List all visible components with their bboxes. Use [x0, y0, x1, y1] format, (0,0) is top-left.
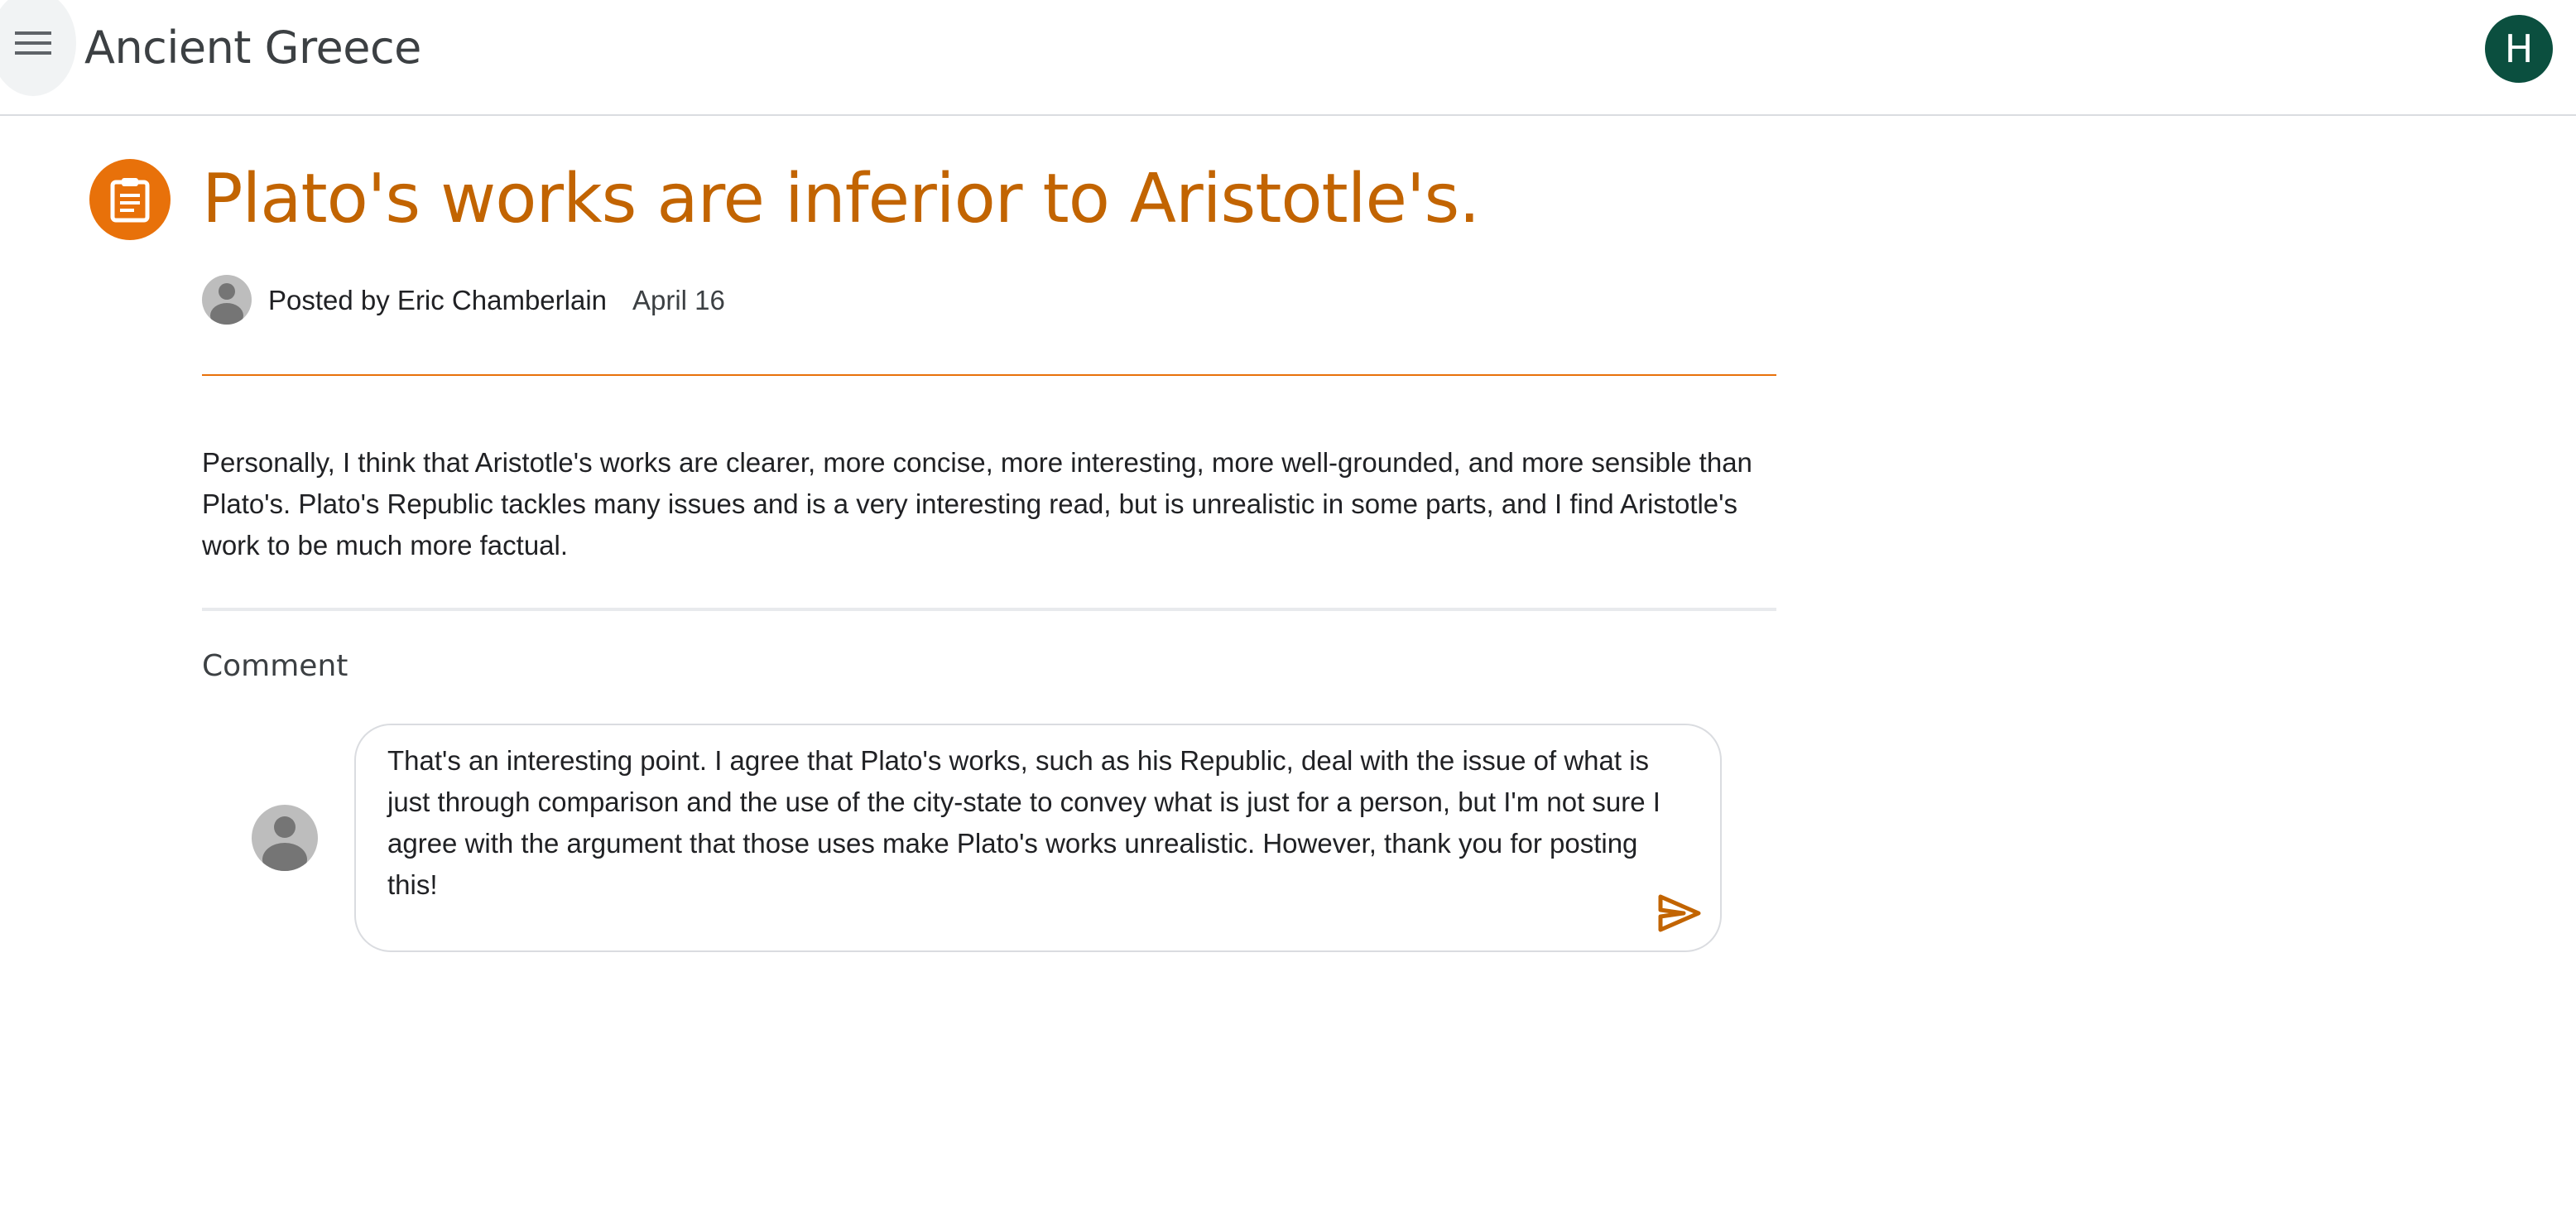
avatar-body-shape: [262, 843, 307, 871]
person-placeholder-icon: [274, 816, 296, 838]
account-avatar[interactable]: H: [2485, 15, 2553, 83]
author-avatar: [202, 275, 252, 325]
send-comment-button[interactable]: [1656, 889, 1704, 937]
assignment-clipboard-icon: [110, 178, 150, 223]
post-title: Plato's works are inferior to Aristotle'…: [202, 160, 1480, 238]
body-divider: [202, 608, 1776, 611]
person-placeholder-icon: [219, 283, 235, 300]
post-author: Posted by Eric Chamberlain: [268, 285, 608, 315]
comment-section-label: Comment: [202, 649, 348, 683]
commenter-avatar: [252, 805, 318, 871]
comment-input-box[interactable]: That's an interesting point. I agree tha…: [354, 724, 1722, 952]
comment-input[interactable]: That's an interesting point. I agree tha…: [387, 740, 1687, 906]
post-type-badge: [89, 159, 171, 240]
class-title[interactable]: Ancient Greece: [84, 18, 421, 78]
hamburger-menu-icon: [15, 31, 51, 55]
post-date: April 16: [632, 285, 725, 315]
header-divider: [202, 374, 1776, 376]
top-app-bar: Ancient Greece H: [0, 0, 2576, 116]
post-body: Personally, I think that Aristotle's wor…: [202, 447, 1752, 561]
avatar-body-shape: [210, 303, 243, 325]
send-icon: [1658, 894, 1701, 932]
main-menu-button[interactable]: [0, 0, 76, 96]
